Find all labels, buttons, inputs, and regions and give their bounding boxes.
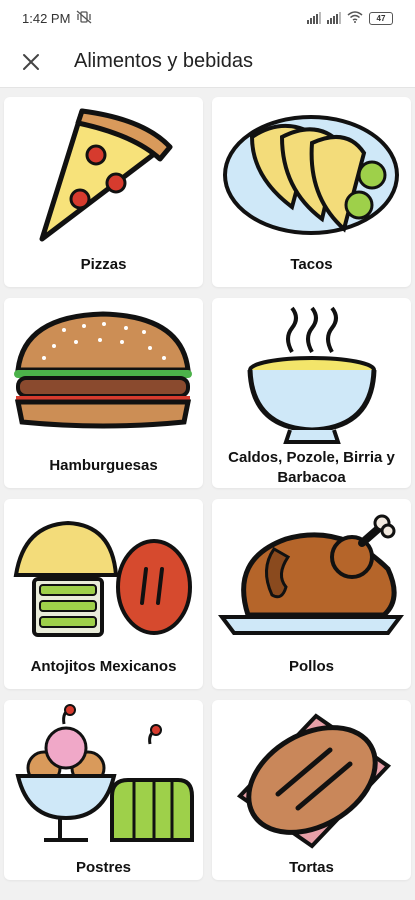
category-label: Caldos, Pozole, Birria y Barbacoa: [228, 449, 395, 486]
app-bar: Alimentos y bebidas: [0, 36, 415, 88]
soup-bowl-icon: [247, 306, 377, 444]
antojitos-icon: [13, 520, 192, 637]
category-card-postres[interactable]: Postres: [4, 700, 203, 880]
category-card-antojitos[interactable]: Antojitos Mexicanos: [4, 499, 203, 689]
category-label: Antojitos Mexicanos: [30, 658, 177, 675]
wifi-icon: [347, 10, 363, 26]
signal-icon: [307, 12, 321, 24]
category-label: Postres: [75, 859, 132, 876]
tacos-icon: [223, 115, 399, 235]
status-time: 1:42 PM: [22, 10, 71, 26]
category-label: Tacos: [290, 256, 333, 273]
category-card-caldos[interactable]: Caldos, Pozole, Birria y Barbacoa: [212, 298, 411, 488]
battery-icon: 47: [369, 11, 393, 25]
category-card-hamburguesas[interactable]: Hamburguesas: [4, 298, 203, 488]
category-label: Hamburguesas: [49, 457, 158, 474]
category-card-pizzas[interactable]: Pizzas: [4, 97, 203, 287]
category-card-tacos[interactable]: Tacos: [212, 97, 411, 287]
category-label: Pollos: [288, 658, 334, 675]
page-title: Alimentos y bebidas: [74, 50, 253, 72]
torta-icon: [236, 713, 392, 849]
category-grid: Pizzas Tacos Hamburguesas Caldos, Pozole…: [4, 97, 411, 880]
burger-icon: [14, 311, 192, 429]
status-bar: 1:42 PM 47: [0, 0, 415, 36]
close-icon: [23, 53, 39, 70]
category-card-tortas[interactable]: Tortas: [212, 700, 411, 880]
signal-icon: [327, 12, 341, 24]
desserts-icon: [15, 704, 194, 842]
category-card-pollos[interactable]: Pollos: [212, 499, 411, 689]
vibrate-off-icon: [76, 10, 92, 27]
category-label: Tortas: [289, 859, 334, 876]
close-button[interactable]: [16, 47, 46, 77]
roast-chicken-icon: [218, 514, 404, 635]
category-label: Pizzas: [80, 256, 127, 273]
pizza-icon: [39, 108, 173, 242]
